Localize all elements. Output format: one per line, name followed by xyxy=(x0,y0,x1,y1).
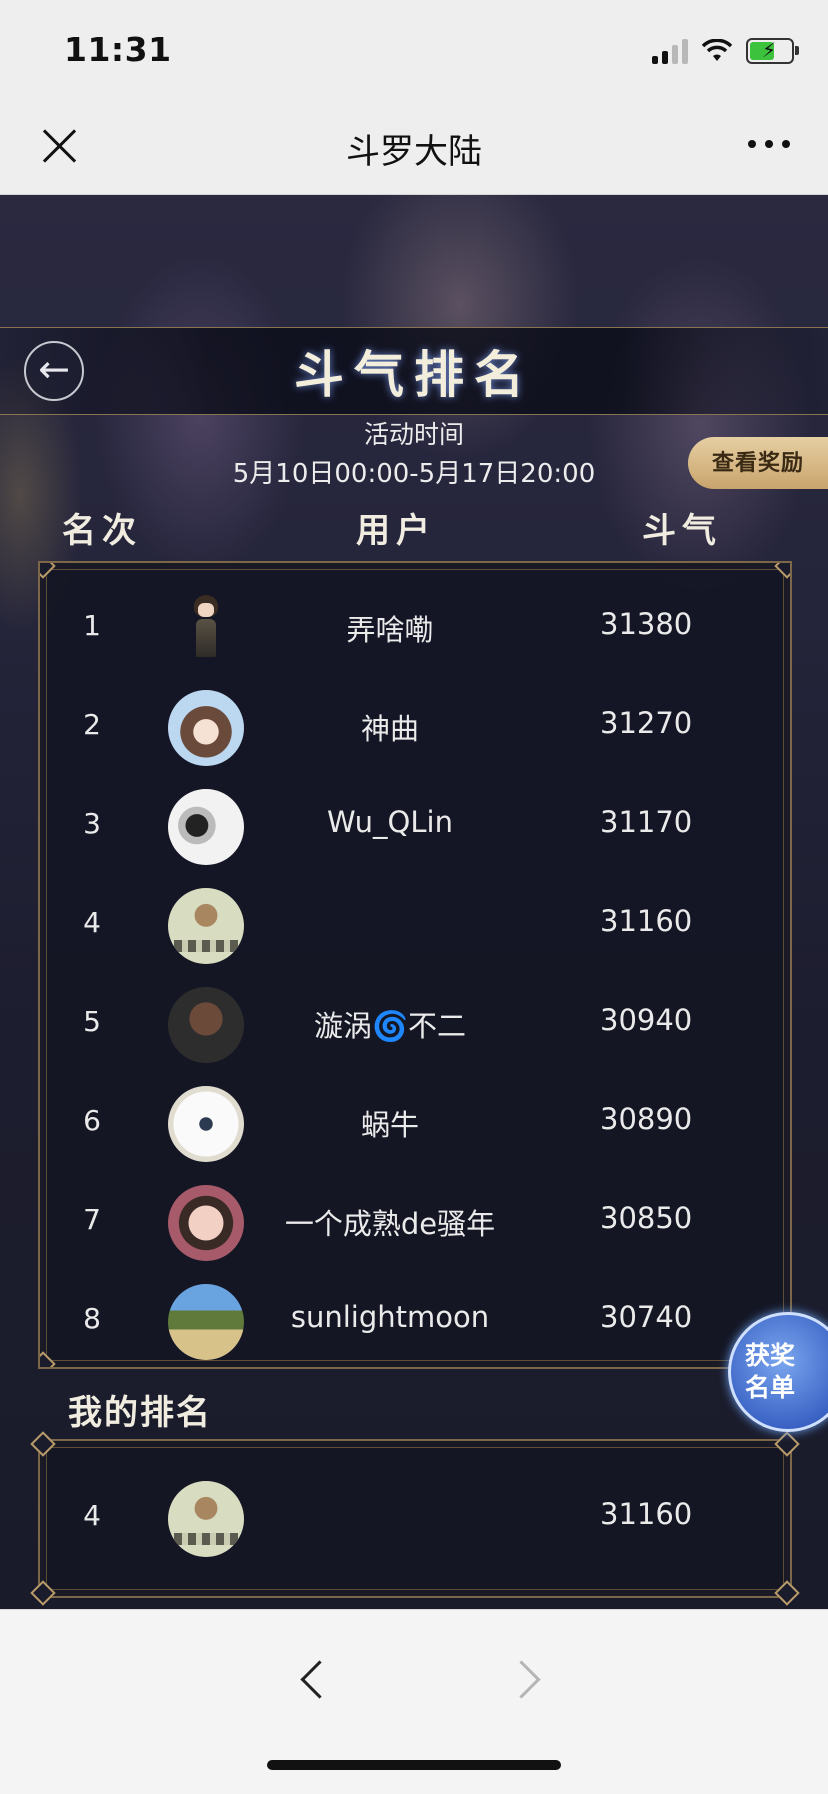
avatar xyxy=(168,888,244,964)
ranking-row[interactable]: 4 31160 xyxy=(40,876,790,975)
user-name: 神曲 xyxy=(360,712,419,746)
score-value: 31270 xyxy=(600,706,693,740)
ranking-row[interactable]: 2 神曲 31270 xyxy=(40,678,790,777)
my-rank-panel: 4 31160 xyxy=(30,1431,800,1606)
page-title: 斗罗大陆 xyxy=(346,132,482,172)
score-value: 30850 xyxy=(600,1201,693,1235)
my-rank-row: 4 31160 xyxy=(40,1469,790,1568)
avatar xyxy=(168,1481,244,1557)
rank-number: 5 xyxy=(83,1005,101,1038)
ranking-row[interactable]: 7 一个成熟de骚年 30850 xyxy=(40,1173,790,1272)
browser-toolbar xyxy=(0,1609,828,1794)
ranking-row[interactable]: 3 Wu_QLin 31170 xyxy=(40,777,790,876)
rank-number: 4 xyxy=(83,906,101,939)
ranking-row[interactable]: 6 蜗牛 30890 xyxy=(40,1074,790,1173)
user-name: 一个成熟de骚年 xyxy=(284,1207,496,1241)
rank-number: 4 xyxy=(83,1499,101,1532)
avatar xyxy=(184,591,228,667)
score-value: 31160 xyxy=(600,1497,693,1531)
home-indicator[interactable] xyxy=(267,1760,561,1770)
status-time: 11:31 xyxy=(64,30,172,69)
rank-number: 1 xyxy=(83,609,101,642)
wifi-icon xyxy=(702,39,732,61)
rank-number: 8 xyxy=(83,1302,101,1335)
score-value: 30890 xyxy=(600,1102,693,1136)
user-name: 蜗牛 xyxy=(360,1108,419,1142)
forward-chevron-icon[interactable] xyxy=(508,1660,548,1700)
user-name: 弄啥嘞 xyxy=(346,613,434,647)
winners-button-line1: 获奖 xyxy=(745,1341,796,1370)
ranking-row[interactable]: 8 sunlightmoon 30740 xyxy=(40,1272,790,1367)
status-bar: 11:31 ⚡ xyxy=(0,0,828,98)
nav-bar: 斗罗大陆 xyxy=(0,98,828,195)
score-value: 30940 xyxy=(600,1003,693,1037)
status-icons: ⚡ xyxy=(652,34,799,68)
view-rewards-button[interactable]: 查看奖励 xyxy=(688,437,828,489)
my-rank-label: 我的排名 xyxy=(68,1393,212,1433)
ranking-row[interactable]: 1 弄啥嘞 31380 xyxy=(40,579,790,678)
user-name: sunlightmoon xyxy=(290,1300,490,1334)
column-score-header: 斗气 xyxy=(642,511,722,551)
score-value: 31160 xyxy=(600,904,693,938)
user-name: 漩涡🌀不二 xyxy=(313,1009,467,1043)
more-icon[interactable] xyxy=(748,140,790,148)
cellular-signal-icon xyxy=(652,38,688,64)
ranking-list[interactable]: 1 弄啥嘞 31380 2 神曲 31270 3 Wu_QLin 31170 4… xyxy=(38,561,792,1369)
ranking-row[interactable]: 5 漩涡🌀不二 30940 xyxy=(40,975,790,1074)
game-view: ← 斗气排名 活动时间 5月10日00:00-5月17日20:00 查看奖励 名… xyxy=(0,195,828,1609)
user-name: Wu_QLin xyxy=(327,805,453,839)
rank-number: 6 xyxy=(83,1104,101,1137)
rank-number: 7 xyxy=(83,1203,101,1236)
score-value: 31380 xyxy=(600,607,693,641)
score-value: 30740 xyxy=(600,1300,693,1334)
column-rank-header: 名次 xyxy=(62,511,142,551)
ranking-title: 斗气排名 xyxy=(294,345,534,404)
back-chevron-icon[interactable] xyxy=(294,1660,334,1700)
winners-button-line2: 名单 xyxy=(745,1373,796,1402)
rank-number: 3 xyxy=(83,807,101,840)
rank-number: 2 xyxy=(83,708,101,741)
battery-icon: ⚡ xyxy=(746,38,799,64)
score-value: 31170 xyxy=(600,805,693,839)
column-user-header: 用户 xyxy=(356,511,436,551)
